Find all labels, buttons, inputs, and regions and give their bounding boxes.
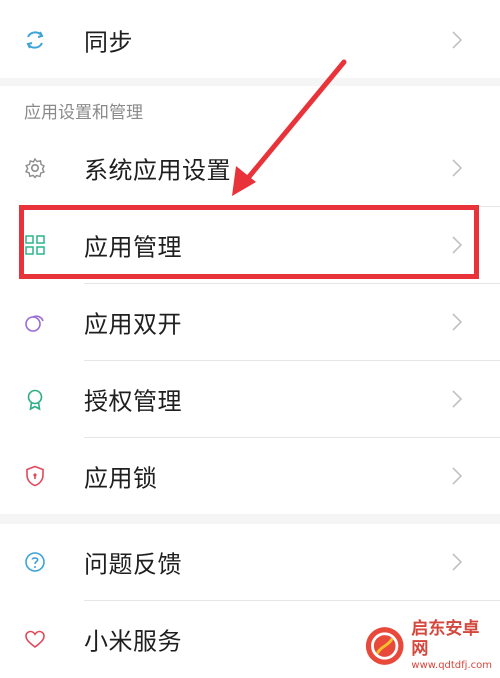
app-lock-label: 应用锁 <box>84 464 158 493</box>
shield-icon <box>22 463 48 489</box>
permissions-label: 授权管理 <box>84 387 182 416</box>
settings-item-dual-apps[interactable]: 应用双开 <box>0 284 500 360</box>
chevron-right-icon <box>452 236 463 254</box>
watermark-title: 启东安卓网 <box>411 619 480 659</box>
settings-item-sync[interactable]: 同步 <box>0 2 500 78</box>
section-title: 应用设置和管理 <box>24 103 143 123</box>
watermark-url: www.qdtdfj.com <box>411 660 492 671</box>
question-icon <box>22 549 48 575</box>
settings-item-permissions[interactable]: 授权管理 <box>0 361 500 437</box>
feedback-label: 问题反馈 <box>84 550 182 579</box>
section-gap <box>0 78 500 86</box>
dual-apps-label: 应用双开 <box>84 310 182 339</box>
watermark-logo-icon <box>365 627 404 665</box>
heart-icon <box>22 626 48 652</box>
settings-item-app-lock[interactable]: 应用锁 <box>0 438 500 514</box>
dual-circle-icon <box>22 309 48 335</box>
chevron-right-icon <box>452 467 463 485</box>
app-management-label: 应用管理 <box>84 233 182 262</box>
chevron-right-icon <box>452 31 463 49</box>
chevron-right-icon <box>452 390 463 408</box>
badge-icon <box>22 386 48 412</box>
sync-icon <box>22 27 48 53</box>
settings-item-app-management[interactable]: 应用管理 <box>0 207 500 283</box>
sync-label: 同步 <box>84 28 133 57</box>
section-header: 应用设置和管理 <box>0 86 500 130</box>
gear-icon <box>22 155 48 181</box>
chevron-right-icon <box>452 159 463 177</box>
system-app-settings-label: 系统应用设置 <box>84 156 231 185</box>
chevron-right-icon <box>452 553 463 571</box>
watermark: 启东安卓网 www.qdtdfj.com <box>364 619 492 671</box>
grid-icon <box>22 232 48 258</box>
xiaomi-service-label: 小米服务 <box>84 627 182 656</box>
section-gap <box>0 514 500 524</box>
settings-item-feedback[interactable]: 问题反馈 <box>0 524 500 600</box>
chevron-right-icon <box>452 313 463 331</box>
settings-item-system-app-settings[interactable]: 系统应用设置 <box>0 130 500 206</box>
